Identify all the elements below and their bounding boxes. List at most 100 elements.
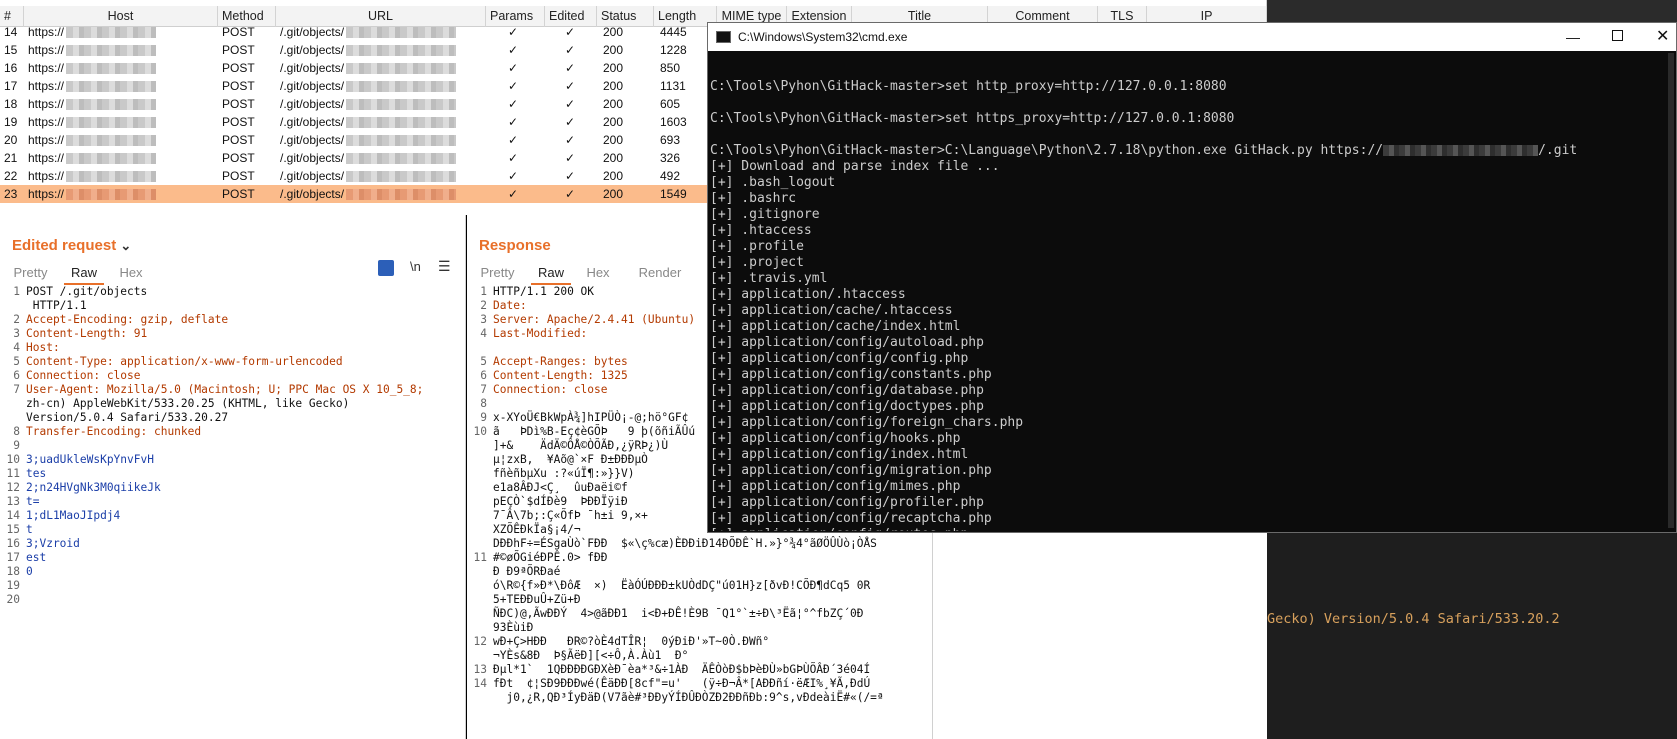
row-params: ✓: [508, 59, 545, 77]
tab-raw[interactable]: Raw: [64, 261, 104, 285]
row-number: 15: [4, 41, 24, 59]
row-status: 200: [603, 23, 654, 41]
row-method-text: POST: [222, 61, 255, 75]
code-line: Content-Length: 1325: [493, 369, 628, 382]
row-number-text: 21: [4, 151, 18, 165]
code-line: wÐ+Ç>HÐÐ ÐR©?òÈ4dTÎR¦ 0ýÐiÐ'»T~0Ò.ÐWñ°: [493, 635, 770, 648]
row-length-text: 1131: [660, 79, 686, 93]
row-method: POST: [222, 77, 276, 95]
row-number: 17: [4, 77, 24, 95]
cmd-line: [+] application/config/routes.php: [708, 527, 1668, 531]
row-length-text: 1228: [660, 43, 687, 57]
cmd-line: [708, 95, 1668, 111]
cmd-output[interactable]: C:\Tools\Pyhon\GitHack-master>set http_p…: [708, 63, 1668, 531]
tab-pretty[interactable]: Pretty: [8, 261, 53, 285]
row-edited-text: ✓: [565, 151, 576, 165]
row-length-text: 326: [660, 151, 681, 165]
code-line: Host:: [26, 341, 60, 354]
row-url: /.git/objects/: [280, 59, 486, 77]
cmd-line: C:\Tools\Pyhon\GitHack-master>C:\Languag…: [708, 143, 1668, 159]
cmd-line: [+] Download and parse index file ...: [708, 159, 1668, 175]
row-params: ✓: [508, 167, 545, 185]
line-number: 7: [13, 383, 20, 396]
row-number: 22: [4, 167, 24, 185]
row-params-text: ✓: [508, 187, 519, 201]
row-host: https://: [28, 131, 218, 149]
line-number: 1: [480, 285, 487, 298]
tab-hex[interactable]: Hex: [579, 261, 617, 285]
row-status-text: 200: [603, 187, 624, 201]
row-status: 200: [603, 185, 654, 203]
code-line: x-XYoÜ€BkWpÀ¾]hIPÜÒ¡-@;hö°GF¢: [493, 411, 689, 424]
cmd-line: [+] application/cache/.htaccess: [708, 303, 1668, 319]
redacted-text: [346, 99, 457, 111]
row-edited-text: ✓: [565, 25, 576, 39]
row-method: POST: [222, 23, 276, 41]
row-method-text: POST: [222, 25, 255, 39]
row-length-text: 1549: [660, 187, 687, 201]
cmd-scrollbar[interactable]: [1668, 53, 1674, 528]
row-status-text: 200: [603, 43, 624, 57]
cmd-window[interactable]: C:\Windows\System32\cmd.exe — ✕ C:\Tools…: [707, 22, 1677, 533]
cmd-line-text: [+] .htaccess: [710, 223, 812, 238]
row-number-text: 18: [4, 97, 18, 111]
tab-pretty[interactable]: Pretty: [475, 261, 520, 285]
row-method: POST: [222, 41, 276, 59]
row-params-text: ✓: [508, 151, 519, 165]
row-method-text: POST: [222, 133, 255, 147]
redacted-text: [66, 63, 157, 75]
maximize-icon[interactable]: [1612, 30, 1623, 41]
line-number: 20: [6, 593, 20, 606]
close-icon[interactable]: ✕: [1656, 23, 1669, 51]
row-status-text: 200: [603, 169, 624, 183]
minimize-icon[interactable]: —: [1566, 23, 1580, 51]
tab-raw[interactable]: Raw: [531, 261, 571, 285]
line-number: 8: [13, 425, 20, 438]
row-edited-text: ✓: [565, 115, 576, 129]
cmd-line: [+] .htaccess: [708, 223, 1668, 239]
line-number: 4: [480, 327, 487, 340]
cmd-titlebar[interactable]: C:\Windows\System32\cmd.exe — ✕: [708, 23, 1676, 51]
line-number: 8: [480, 397, 487, 410]
row-number: 14: [4, 23, 24, 41]
code-line: Server: Apache/2.4.41 (Ubuntu): [493, 313, 696, 326]
code-line: Connection: close: [26, 369, 141, 382]
message-actions-icon[interactable]: [378, 260, 394, 276]
row-status-text: 200: [603, 97, 624, 111]
line-number: 11: [6, 467, 20, 480]
tab-render[interactable]: Render: [635, 261, 685, 285]
request-panel-title[interactable]: Edited request ⌄: [12, 237, 131, 254]
newline-toggle-icon[interactable]: \n: [410, 259, 421, 274]
row-url-text: /.git/objects/: [280, 97, 345, 111]
row-url: /.git/objects/: [280, 131, 486, 149]
row-host: https://: [28, 95, 218, 113]
row-method: POST: [222, 113, 276, 131]
menu-icon[interactable]: ☰: [438, 258, 451, 275]
code-line: Transfer-Encoding: chunked: [26, 425, 202, 438]
cmd-line-text: [+] .gitignore: [710, 207, 820, 222]
tab-hex[interactable]: Hex: [112, 261, 150, 285]
chevron-down-icon[interactable]: ⌄: [120, 238, 131, 253]
row-status: 200: [603, 149, 654, 167]
row-host: https://: [28, 113, 218, 131]
cmd-line-text: C:\Tools\Pyhon\GitHack-master>set http_p…: [710, 79, 1227, 94]
line-number: 13: [473, 663, 487, 676]
cmd-line: [+] application/config/doctypes.php: [708, 399, 1668, 415]
row-url-text: /.git/objects/: [280, 61, 345, 75]
row-method: POST: [222, 59, 276, 77]
response-panel-title: Response: [479, 237, 551, 254]
code-line: 5+TEÐÐuÛ+Zü+Ð: [493, 593, 581, 606]
line-number: 17: [6, 551, 20, 564]
code-line: Date:: [493, 299, 527, 312]
code-line: ó\R©{f»Ð*\ÐôÆ ×) ËàÓÚÐÐÐ±kUÒdDÇ"ú01H}z[ð…: [493, 579, 871, 592]
row-number: 19: [4, 113, 24, 131]
code-line: HTTP/1.1: [26, 299, 87, 312]
row-number-text: 22: [4, 169, 18, 183]
redacted-text: [346, 45, 457, 57]
row-host-text: https://: [28, 97, 65, 111]
code-line: Version/5.0.4 Safari/533.20.27: [26, 411, 229, 424]
line-number: 14: [6, 509, 20, 522]
row-number-text: 23: [4, 187, 18, 201]
row-params-text: ✓: [508, 133, 519, 147]
row-edited-text: ✓: [565, 169, 576, 183]
